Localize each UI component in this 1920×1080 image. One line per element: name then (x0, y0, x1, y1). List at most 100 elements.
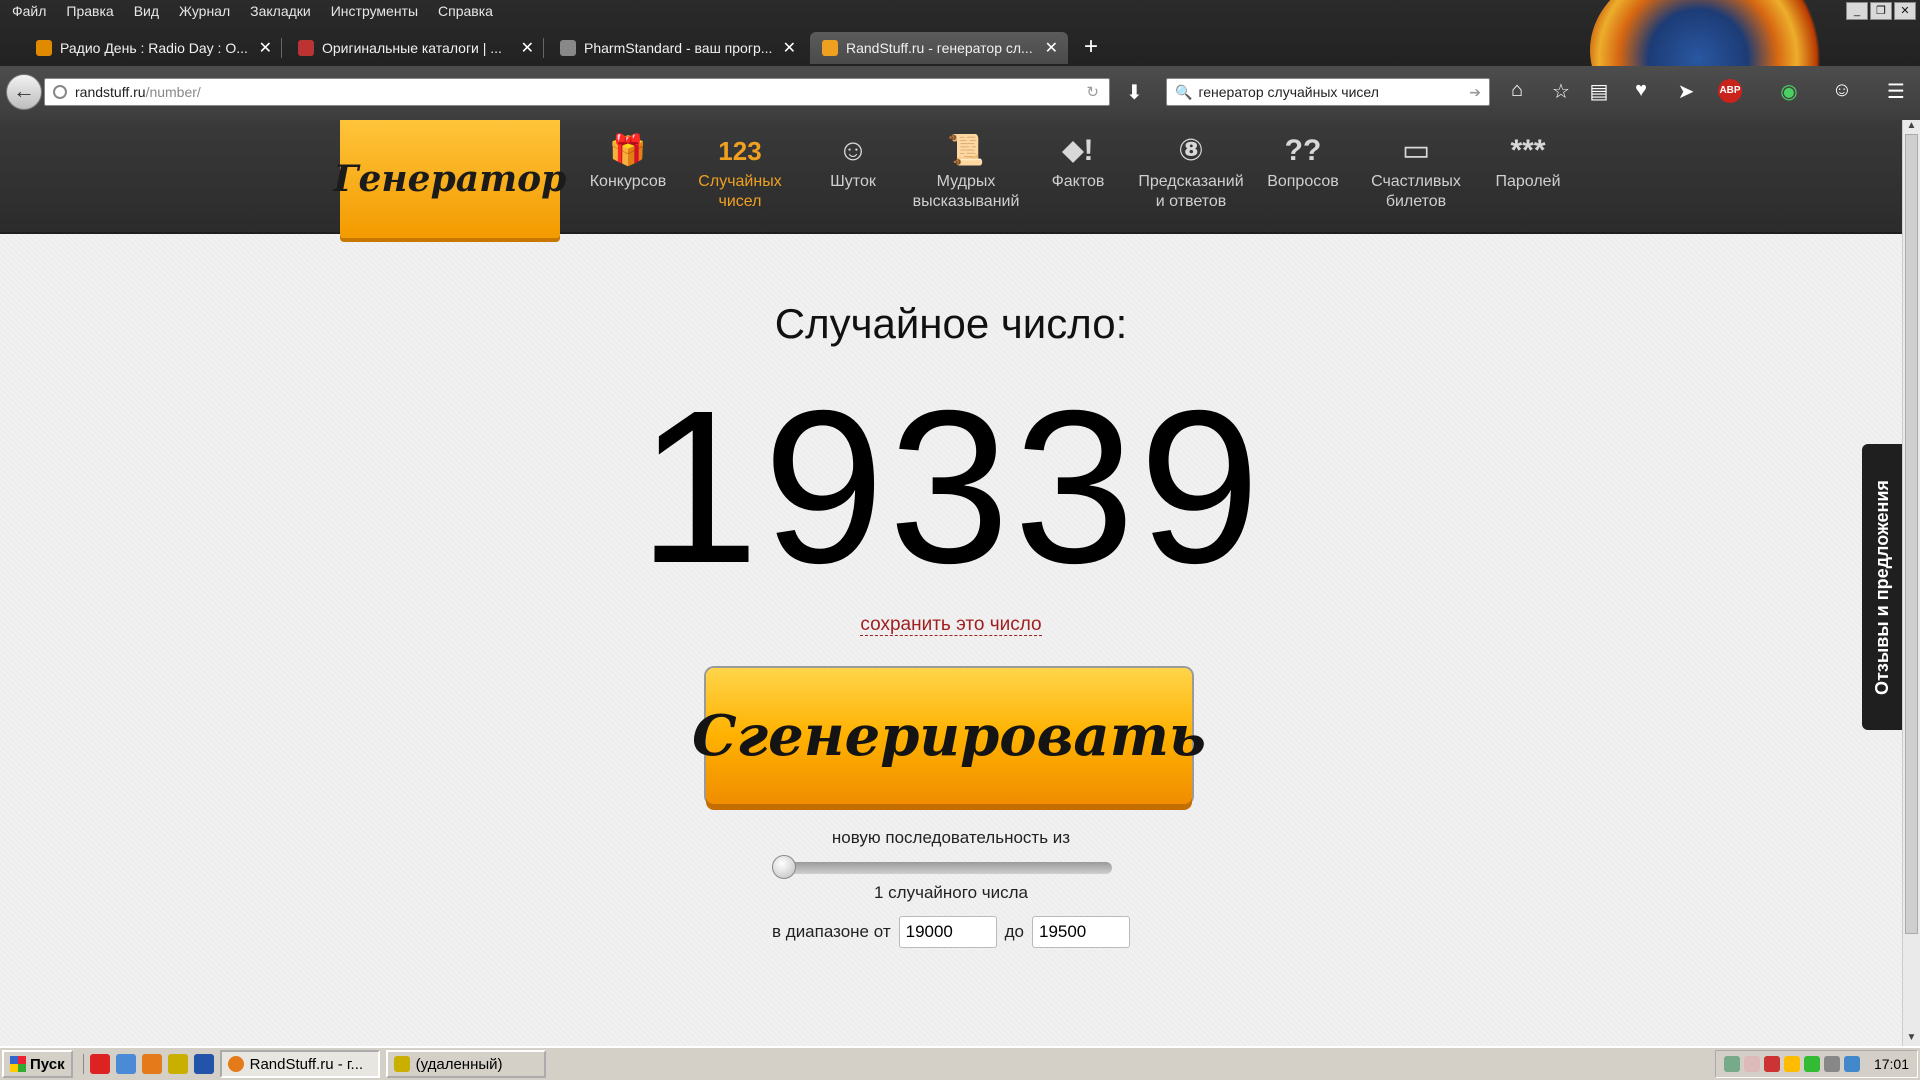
nav-facts[interactable]: ⬥! Фактов (1021, 130, 1135, 192)
bookmark-star-icon[interactable]: ☆ (1547, 79, 1575, 104)
gift-icon: 🎁 (609, 134, 647, 167)
ie-icon[interactable] (115, 1054, 136, 1074)
tab-favicon-icon (298, 40, 314, 56)
range-from-input[interactable] (898, 916, 997, 948)
firefox-icon[interactable] (141, 1054, 162, 1074)
start-button[interactable]: Пуск (2, 1050, 73, 1078)
opera-icon[interactable] (89, 1054, 110, 1074)
nav-quotes[interactable]: 📜 Мудрых высказываний (909, 130, 1023, 212)
nav-passwords[interactable]: *** Паролей (1471, 130, 1585, 192)
task-label: RandStuff.ru - г... (249, 1055, 364, 1073)
tab-strip: Радио День : Radio Day : О... ✕ Оригинал… (0, 30, 1600, 66)
home-icon[interactable]: ⌂ (1503, 79, 1531, 102)
tray-app-icon[interactable] (1803, 1056, 1820, 1072)
menu-edit[interactable]: Правка (58, 0, 121, 24)
sequence-label: новую последовательность из (831, 828, 1071, 847)
window-controls: _ ❐ ✕ (1846, 2, 1916, 20)
tray-app-icon[interactable] (1823, 1056, 1840, 1072)
tab-close-icon[interactable]: ✕ (1045, 38, 1058, 58)
close-window-button[interactable]: ✕ (1894, 2, 1916, 20)
nav-random-numbers[interactable]: 123 Случайных чисел (683, 130, 797, 212)
nav-lucky-tickets[interactable]: ▭ Счастливых билетов (1359, 130, 1473, 212)
search-go-icon[interactable]: ➔ (1469, 84, 1481, 101)
menu-history[interactable]: Журнал (171, 0, 238, 24)
tab-randstuff[interactable]: RandStuff.ru - генератор сл... ✕ (810, 32, 1068, 64)
tab-close-icon[interactable]: ✕ (521, 38, 534, 58)
grammarly-icon[interactable]: ◉ (1775, 79, 1803, 104)
tab-catalogs[interactable]: Оригинальные каталоги | ... ✕ (286, 32, 544, 64)
windows-logo-icon (10, 1056, 26, 1072)
menu-view[interactable]: Вид (126, 0, 167, 24)
generate-button[interactable]: Сгенерировать (692, 668, 1206, 804)
numbers-icon: 123 (718, 136, 762, 166)
taskbar-item-randstuff[interactable]: RandStuff.ru - г... (219, 1050, 380, 1078)
nav-label: Счастливых билетов (1371, 173, 1461, 210)
slider-handle[interactable] (772, 855, 796, 879)
menu-icon[interactable]: ☰ (1882, 79, 1910, 104)
tab-title: Радио День : Radio Day : О... (60, 40, 248, 56)
search-input-value: генератор случайных чисел (1198, 84, 1379, 100)
save-number-link[interactable]: сохранить это число (860, 614, 1042, 636)
teamviewer-icon[interactable] (193, 1054, 214, 1074)
tab-close-icon[interactable]: ✕ (783, 38, 796, 58)
url-bar[interactable]: randstuff.ru/number/ ↻ (44, 78, 1110, 106)
count-slider[interactable] (772, 855, 1112, 879)
menu-help[interactable]: Справка (430, 0, 501, 24)
reading-list-icon[interactable]: ▤ (1585, 79, 1613, 104)
nav-contests[interactable]: 🎁 Конкурсов (571, 130, 685, 192)
nav-label: Предсказаний и ответов (1138, 173, 1244, 210)
menu-bookmarks[interactable]: Закладки (242, 0, 319, 24)
feedback-tab[interactable]: Отзывы и предложения (1862, 444, 1902, 730)
tab-radio-day[interactable]: Радио День : Radio Day : О... ✕ (24, 32, 282, 64)
page-content: Генератор 🎁 Конкурсов 123 Случайных чисе… (0, 120, 1902, 1046)
antivirus-icon[interactable] (1763, 1056, 1780, 1072)
app-icon[interactable] (167, 1054, 188, 1074)
volume-icon[interactable] (1843, 1056, 1860, 1072)
range-to-label: до (1004, 922, 1024, 941)
shield-icon[interactable] (1743, 1056, 1760, 1072)
url-path: /number/ (145, 84, 201, 100)
scroll-thumb[interactable] (1905, 134, 1918, 934)
ticket-icon: ▭ (1401, 134, 1431, 167)
network-icon[interactable] (1723, 1056, 1740, 1072)
nav-label: Паролей (1495, 173, 1561, 190)
nav-jokes[interactable]: ☺ Шуток (796, 130, 910, 192)
minimize-button[interactable]: _ (1846, 2, 1868, 20)
adblock-icon[interactable]: ABP (1718, 79, 1742, 103)
nav-predictions[interactable]: ⑧ Предсказаний и ответов (1134, 130, 1248, 212)
nav-label: Шуток (830, 173, 876, 190)
menu-file[interactable]: Файл (4, 0, 54, 24)
back-button[interactable]: ← (6, 74, 42, 110)
app-icon (393, 1056, 410, 1072)
magic-8-ball-icon: ⑧ (1178, 134, 1204, 167)
nav-label: Мудрых высказываний (912, 173, 1020, 210)
menu-tools[interactable]: Инструменты (323, 0, 426, 24)
restore-button[interactable]: ❐ (1870, 2, 1892, 20)
send-icon[interactable]: ➤ (1672, 79, 1700, 104)
pocket-icon[interactable]: ♥ (1627, 79, 1655, 102)
password-asterisks-icon: *** (1510, 134, 1546, 167)
clock: 17:01 (1873, 1056, 1909, 1072)
tab-pharmstandard[interactable]: PharmStandard - ваш прогр... ✕ (548, 32, 806, 64)
nav-questions[interactable]: ?? Вопросов (1246, 130, 1360, 192)
site-logo[interactable]: Генератор (334, 120, 566, 238)
random-number: 19339 (637, 366, 1265, 609)
site-nav: Генератор 🎁 Конкурсов 123 Случайных чисе… (0, 120, 1902, 238)
search-icon: 🔍 (1175, 83, 1193, 100)
download-icon[interactable]: ⬇ (1126, 80, 1143, 105)
taskbar-item-deleted[interactable]: (удаленный) (385, 1050, 546, 1078)
question-marks-icon: ?? (1284, 134, 1322, 167)
range-to-input[interactable] (1031, 916, 1130, 948)
page-scrollbar[interactable]: ▲ ▼ (1902, 120, 1920, 1046)
nav-label: Случайных чисел (698, 173, 782, 210)
scroll-down-icon[interactable]: ▼ (1903, 1032, 1920, 1046)
tray-app-icon[interactable] (1783, 1056, 1800, 1072)
reload-icon[interactable]: ↻ (1086, 83, 1099, 101)
scroll-up-icon[interactable]: ▲ (1903, 120, 1920, 134)
search-bar[interactable]: 🔍 генератор случайных чисел ➔ (1166, 78, 1490, 106)
tab-close-icon[interactable]: ✕ (259, 38, 272, 58)
smiley-icon[interactable]: ☺ (1828, 79, 1856, 102)
nav-label: Вопросов (1267, 173, 1339, 190)
new-tab-button[interactable]: + (1077, 32, 1105, 64)
warning-diamond-icon: ⬥! (1062, 134, 1094, 167)
